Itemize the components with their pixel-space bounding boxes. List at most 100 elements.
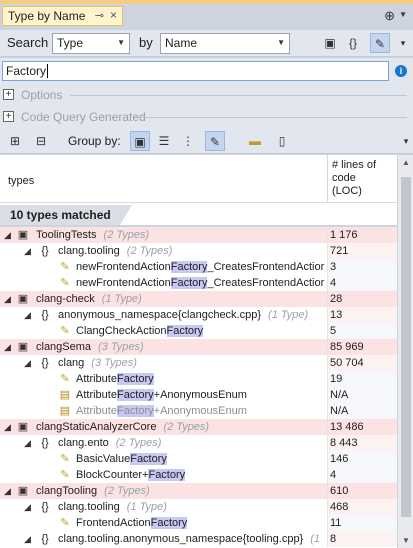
namespace-icon[interactable]: {} [343,33,363,53]
group-by-toolbar: ⊞ ⊟ Group by: ▣ ☰ ⋮ ✎ ▬ ▯ ▾ [0,128,413,154]
close-icon[interactable]: × [110,8,117,22]
row-loc-value: 721 [328,243,397,259]
row-name-cell[interactable]: ▤ AttributeFactory+AnonymousEnum [0,387,327,403]
column-separator[interactable] [327,155,328,203]
table-row[interactable]: ✎ AttributeFactory 19 [0,371,397,387]
collapse-toggle-icon[interactable]: ◢ [24,246,31,257]
chevron-down-icon[interactable]: ▾ [393,33,413,53]
chevron-down-icon[interactable]: ▾ [396,131,413,151]
by-select[interactable]: Name ▼ [160,33,290,54]
tab-title: Type by Name [8,9,86,23]
options-expander[interactable]: + Options [0,84,413,106]
document-icon[interactable]: ▯ [272,131,292,151]
row-name-cell[interactable]: ◢ ▣ clang-check (1 Type) [0,291,327,307]
row-name-cell[interactable]: ◢ {} clang (3 Types) [0,355,327,371]
tab-type-by-name[interactable]: Type by Name ⊸ × [2,6,123,26]
table-row[interactable]: ✎ newFrontendActionFactory_CreatesFronten… [0,275,397,291]
row-name-cell[interactable]: ◢ ▣ clangStaticAnalyzerCore (2 Types) [0,419,327,435]
divider [70,95,407,96]
add-panel-icon[interactable]: ⊕ [384,8,395,24]
group-by-type-icon[interactable]: ✎ [205,131,225,151]
collapse-toggle-icon[interactable]: ◢ [24,358,31,369]
scrollbar-thumb[interactable] [401,177,411,517]
column-header-loc[interactable]: # lines of code (LOC) [332,159,382,198]
table-row[interactable]: ✎ newFrontendActionFactory_CreatesFronten… [0,259,397,275]
row-name-cell[interactable]: ✎ newFrontendActionFactory_CreatesFronten… [0,275,327,291]
collapse-toggle-icon[interactable]: ◢ [4,230,11,241]
table-row[interactable]: ◢ {} anonymous_namespace{clangcheck.cpp} (1… [0,307,397,323]
column-header-types[interactable]: types [8,175,34,187]
scroll-down-icon[interactable]: ▼ [402,536,410,545]
row-name-cell[interactable]: ◢ {} clang.tooling.anonymous_namespace{too… [0,531,327,547]
row-name-cell[interactable]: ◢ {} clang.tooling (1 Type) [0,499,327,515]
row-name-cell[interactable]: ▤ AttributeFactory+AnonymousEnum [0,403,327,419]
search-kind-select[interactable]: Type ▼ [52,33,130,54]
row-name-cell[interactable]: ✎ newFrontendActionFactory_CreatesFronten… [0,259,327,275]
table-row[interactable]: ▤ AttributeFactory+AnonymousEnum N/A [0,403,397,419]
row-name-cell[interactable]: ◢ {} clang.ento (2 Types) [0,435,327,451]
row-name-text: ToolingTests [36,229,97,241]
collapse-toggle-icon[interactable]: ◢ [24,310,31,321]
expand-all-icon[interactable]: ⊞ [5,131,25,151]
group-by-flat-icon[interactable]: ⋮ [178,131,198,151]
table-row[interactable]: ◢ {} clang.tooling.anonymous_namespace{too… [0,531,397,547]
table-row[interactable]: ◢ ▣ clangStaticAnalyzerCore (2 Types) 13 486 [0,419,397,435]
row-name-cell[interactable]: ✎ AttributeFactory [0,371,327,387]
collapse-toggle-icon[interactable]: ◢ [4,422,11,433]
search-input[interactable]: Factory [2,61,389,81]
chevron-down-icon[interactable]: ▼ [399,10,407,19]
type-icon[interactable]: ✎ [370,33,390,53]
code-query-expander[interactable]: + Code Query Generated [0,106,413,128]
row-name-text: clangStaticAnalyzerCore [36,421,157,433]
row-name-cell[interactable]: ◢ ▣ clangSema (3 Types) [0,339,327,355]
table-row[interactable]: ◢ {} clang.ento (2 Types) 8 443 [0,435,397,451]
row-name-cell[interactable]: ✎ BasicValueFactory [0,451,327,467]
row-name-cell[interactable]: ✎ FrontendActionFactory [0,515,327,531]
row-name: clangTooling (2 Types) [36,484,150,498]
row-name-cell[interactable]: ◢ ▣ clangTooling (2 Types) [0,483,327,499]
active-window-accent [0,0,413,4]
row-name-cell[interactable]: ◢ {} clang.tooling (2 Types) [0,243,327,259]
table-row[interactable]: ◢ ▣ clangSema (3 Types) 85 969 [0,339,397,355]
collapse-toggle-icon[interactable]: ◢ [4,342,11,353]
table-row[interactable]: ✎ BasicValueFactory 146 [0,451,397,467]
collapse-toggle-icon[interactable]: ◢ [4,294,11,305]
scroll-up-icon[interactable]: ▲ [402,158,410,167]
pin-icon[interactable]: ⊸ [95,9,104,22]
collapse-toggle-icon[interactable]: ◢ [4,486,11,497]
group-by-namespace-icon[interactable]: ☰ [154,131,174,151]
table-row[interactable]: ◢ {} clang.tooling (2 Types) 721 [0,243,397,259]
folder-icon[interactable]: ▬ [245,131,265,151]
row-name: clangStaticAnalyzerCore (2 Types) [36,420,209,434]
assembly-icon[interactable]: ▣ [320,33,340,53]
row-name-cell[interactable]: ◢ {} anonymous_namespace{clangcheck.cpp} (1… [0,307,327,323]
table-row[interactable]: ▤ AttributeFactory+AnonymousEnum N/A [0,387,397,403]
table-row[interactable]: ✎ BlockCounter+Factory 4 [0,467,397,483]
collapse-toggle-icon[interactable]: ◢ [24,502,31,513]
row-name-cell[interactable]: ✎ ClangCheckActionFactory [0,323,327,339]
row-name-cell[interactable]: ◢ ▣ ToolingTests (2 Types) [0,227,327,243]
row-name-suffix: +AnonymousEnum [153,389,247,401]
group-by-assembly-icon[interactable]: ▣ [130,131,150,151]
table-row[interactable]: ✎ ClangCheckActionFactory 5 [0,323,397,339]
expand-plus-icon[interactable]: + [3,89,14,100]
table-row[interactable]: ✎ FrontendActionFactory 11 [0,515,397,531]
row-type-count: (2 Types) [126,245,173,257]
row-loc-value: 50 704 [328,355,397,371]
row-name-cell[interactable]: ✎ BlockCounter+Factory [0,467,327,483]
table-row[interactable]: ◢ ▣ clang-check (1 Type) 28 [0,291,397,307]
search-toolbar: Search Type ▼ by Name ▼ ▣ {} ✎ ▾ [0,30,413,57]
divider [140,117,407,118]
search-input-value: Factory [6,64,47,78]
table-row[interactable]: ◢ ▣ ToolingTests (2 Types) 1 176 [0,227,397,243]
search-match-highlight: Factory [166,325,204,337]
vertical-scrollbar[interactable]: ▲ ▼ [397,155,413,548]
table-row[interactable]: ◢ ▣ clangTooling (2 Types) 610 [0,483,397,499]
expand-plus-icon[interactable]: + [3,111,14,122]
table-row[interactable]: ◢ {} clang (3 Types) 50 704 [0,355,397,371]
collapse-all-icon[interactable]: ⊟ [31,131,51,151]
collapse-toggle-icon[interactable]: ◢ [24,534,31,545]
info-icon[interactable]: i [395,65,407,77]
collapse-toggle-icon[interactable]: ◢ [24,438,31,449]
table-row[interactable]: ◢ {} clang.tooling (1 Type) 468 [0,499,397,515]
